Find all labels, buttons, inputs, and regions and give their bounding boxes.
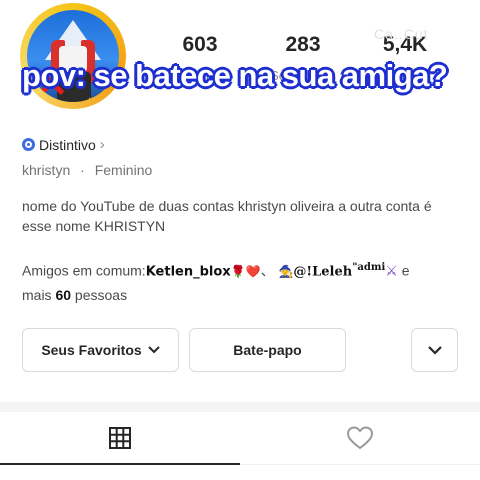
chat-button[interactable]: Bate-papo xyxy=(189,328,346,372)
active-tab-indicator xyxy=(0,463,240,465)
mutual-suffix-pre: e xyxy=(401,262,410,279)
mutual-count: 60 xyxy=(55,286,72,303)
mutual-friends[interactable]: Amigos em comum:Ketlen_blox🌹❤️、 🧙@!Leleh… xyxy=(22,257,462,306)
badge-label: Distintivo xyxy=(39,136,96,153)
chevron-down-icon xyxy=(427,346,442,355)
play-icon: ▶ xyxy=(89,96,97,102)
grid-icon xyxy=(109,427,131,449)
video-caption-overlay: pov: se batece na sua amiga? xyxy=(22,58,448,93)
following-count[interactable]: 603 xyxy=(160,33,240,57)
chevron-down-icon xyxy=(147,346,160,354)
favorites-button-label: Seus Favoritos xyxy=(41,342,142,358)
gender: Feminino xyxy=(94,162,153,178)
username: khristyn xyxy=(22,162,71,178)
favorites-button[interactable]: Seus Favoritos xyxy=(22,328,179,372)
badge-link[interactable]: Distintivo › xyxy=(22,136,105,153)
badge-icon xyxy=(22,138,35,151)
tab-liked[interactable] xyxy=(240,412,480,464)
chevron-right-icon: › xyxy=(99,136,105,153)
friend2-tail-icon: ⚔ xyxy=(385,262,398,279)
mutual-friend-2[interactable]: @!Leleh xyxy=(293,265,352,280)
mutual-suffix-mid: mais xyxy=(22,286,52,303)
friend1-emoji: 🌹❤️ xyxy=(230,264,261,279)
mutual-prefix: Amigos em comum: xyxy=(22,262,146,279)
friend2-superscript: "admi xyxy=(352,262,386,273)
tab-videos[interactable] xyxy=(0,412,240,464)
wizard-emoji-icon: 🧙 xyxy=(278,264,294,279)
heart-icon xyxy=(346,426,374,450)
mutual-friend-1[interactable]: Ketlen_blox xyxy=(146,265,231,280)
capcut-watermark: Ca..Cut xyxy=(374,26,429,42)
meta-separator: · xyxy=(80,162,85,178)
followers-count[interactable]: 283 xyxy=(263,33,343,57)
section-divider xyxy=(0,402,480,412)
chat-button-label: Bate-papo xyxy=(233,342,302,358)
more-options-button[interactable] xyxy=(411,328,458,372)
tab-underline xyxy=(240,464,480,465)
mutual-separator: 、 xyxy=(260,262,275,279)
profile-bio: nome do YouTube de duas contas khristyn … xyxy=(22,198,432,234)
mutual-suffix-post: pessoas xyxy=(74,286,128,303)
profile-meta: khristyn · Feminino xyxy=(22,162,152,178)
